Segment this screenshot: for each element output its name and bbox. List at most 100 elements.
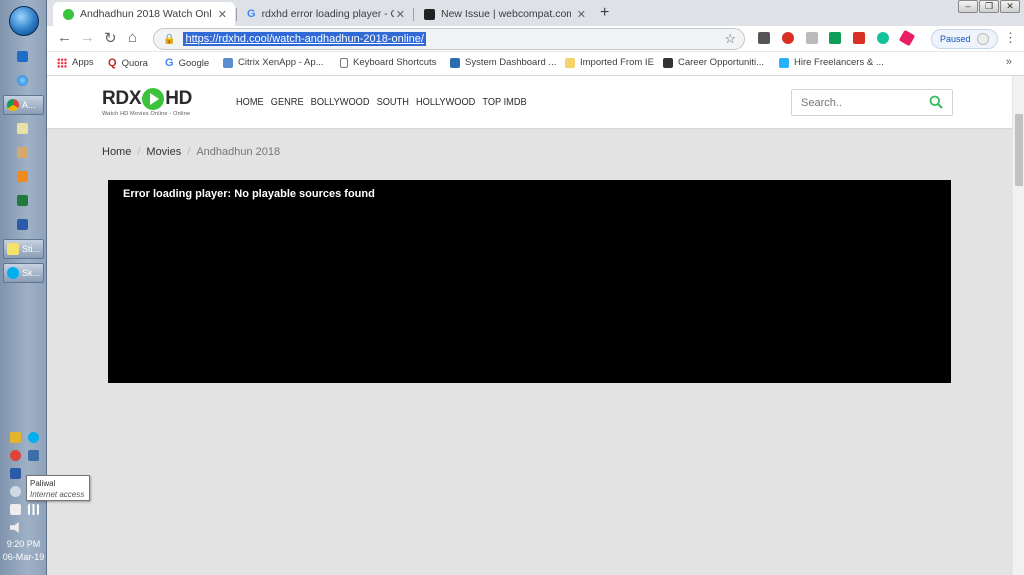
quora-icon: Q [108, 57, 117, 69]
apps-grid-icon [57, 57, 67, 68]
breadcrumb-separator: / [137, 146, 141, 158]
page-viewport: RDX HD Watch HD Movies Online - Online H… [47, 76, 1012, 575]
reload-button[interactable]: ↻ [104, 29, 117, 47]
webcompat-favicon-icon [424, 8, 435, 20]
nav-hollywood[interactable]: HOLLYWOOD [416, 96, 475, 108]
nav-south[interactable]: SOUTH [377, 96, 409, 108]
tooltip-subtitle: Internet access [30, 490, 85, 499]
search-icon[interactable] [929, 95, 943, 109]
site-logo[interactable]: RDX HD Watch HD Movies Online - Online [102, 88, 192, 117]
tab-google-search[interactable]: G rdxhd error loading player - Goo ✕ [237, 2, 413, 26]
back-button[interactable]: ← [57, 29, 72, 46]
bookmark-system-dashboard[interactable]: System Dashboard ... [450, 57, 556, 68]
taskbar-item-skype[interactable]: Sk... [3, 263, 44, 283]
sticky-notes-icon [7, 243, 19, 255]
url-text[interactable]: https://rdxhd.cool/watch-andhadhun-2018-… [183, 32, 426, 46]
tab-close-icon[interactable]: ✕ [577, 8, 586, 21]
skype-tray-icon[interactable] [28, 432, 39, 443]
volume-icon[interactable] [10, 522, 19, 533]
opera-extension-icon[interactable] [782, 32, 794, 44]
search-input[interactable] [792, 96, 922, 109]
breadcrumb-movies[interactable]: Movies [146, 146, 181, 158]
chrome-window: Andhadhun 2018 Watch Online F ✕ G rdxhd … [47, 0, 1024, 575]
tab-close-icon[interactable]: ✕ [396, 8, 405, 21]
xampp-icon[interactable] [17, 171, 28, 182]
sync-icon[interactable] [10, 486, 21, 497]
bookmark-star-icon[interactable]: ☆ [724, 31, 736, 47]
extension-icon[interactable] [758, 32, 770, 44]
network-drive-icon[interactable] [28, 450, 39, 461]
lock-icon[interactable]: 🔒 [163, 34, 175, 45]
chrome-icon [7, 99, 19, 111]
battery-icon[interactable] [10, 504, 21, 515]
chrome-tray-icon[interactable] [10, 450, 21, 461]
feather-extension-icon[interactable] [898, 29, 916, 47]
tab-andhadhun[interactable]: Andhadhun 2018 Watch Online F ✕ [53, 2, 235, 26]
bookmark-label: Quora [121, 57, 148, 69]
word-icon[interactable] [17, 219, 28, 230]
forward-button[interactable]: → [80, 29, 95, 46]
address-bar[interactable]: 🔒 https://rdxhd.cool/watch-andhadhun-201… [153, 28, 745, 50]
breadcrumb: Home / Movies / Andhadhun 2018 [102, 146, 280, 158]
tab-title: New Issue | webcompat.com [441, 8, 571, 20]
rdxhd-favicon-icon [63, 8, 74, 20]
taskbar-item-label: A... [22, 100, 36, 110]
jira-icon [450, 57, 460, 68]
notepad-icon[interactable] [17, 123, 28, 134]
bookmark-keyboard-shortcuts[interactable]: Keyboard Shortcuts [340, 57, 436, 68]
restore-button[interactable]: ❐ [979, 0, 999, 13]
nav-bollywood[interactable]: BOLLYWOOD [311, 96, 370, 108]
profile-button[interactable]: Paused [931, 29, 998, 49]
start-button[interactable] [9, 6, 39, 36]
clock-date: 06-Mar-19 [2, 552, 45, 562]
tab-close-icon[interactable]: ✕ [218, 8, 227, 21]
bookmark-label: Hire Freelancers & ... [794, 57, 884, 68]
excel-icon[interactable] [17, 195, 28, 206]
word-tray-icon[interactable] [10, 468, 21, 479]
close-window-button[interactable]: ✕ [1000, 0, 1020, 13]
nav-home[interactable]: HOME [236, 96, 264, 108]
shield-icon[interactable] [10, 432, 21, 443]
page-scrollbar[interactable] [1012, 76, 1024, 575]
clock-time: 9:20 PM [6, 539, 41, 549]
bookmark-imported-from-ie[interactable]: Imported From IE [565, 57, 654, 68]
google-icon: G [165, 57, 174, 69]
scrollbar-thumb[interactable] [1015, 114, 1023, 186]
grammarly-icon[interactable] [877, 32, 889, 44]
bookmark-apps[interactable]: Apps [57, 57, 94, 68]
video-player[interactable]: Error loading player: No playable source… [108, 180, 951, 383]
internet-explorer-icon[interactable] [17, 75, 28, 86]
home-button[interactable]: ⌂ [128, 29, 137, 46]
bookmark-google[interactable]: G Google [165, 57, 209, 69]
signal-icon[interactable] [28, 504, 39, 515]
bookmark-extension-icon[interactable] [853, 32, 865, 44]
extension-gray-icon[interactable] [806, 32, 818, 44]
menu-dots-icon[interactable]: ⋮ [1004, 30, 1017, 46]
tooltip-title: Paliwal [30, 479, 56, 488]
new-tab-button[interactable]: + [600, 4, 609, 22]
tab-webcompat[interactable]: New Issue | webcompat.com ✕ [414, 2, 594, 26]
system-clock[interactable]: 9:20 PM 06-Mar-19 [0, 538, 47, 564]
site-header: RDX HD Watch HD Movies Online - Online H… [47, 76, 1012, 129]
nav-genre[interactable]: GENRE [271, 96, 304, 108]
minimize-button[interactable]: – [958, 0, 978, 13]
player-error-message: Error loading player: No playable source… [123, 188, 375, 200]
bookmark-career-opportunities[interactable]: Career Opportuniti... [663, 57, 764, 68]
bookmark-label: System Dashboard ... [465, 57, 557, 68]
bookmark-label: Google [178, 57, 210, 69]
bookmark-citrix[interactable]: Citrix XenApp - Ap... [223, 57, 324, 68]
freelancer-icon [779, 57, 789, 68]
bookmarks-overflow-icon[interactable]: » [1006, 56, 1012, 68]
taskbar-item-chrome[interactable]: A... [3, 95, 44, 115]
bookmark-hire-freelancers[interactable]: Hire Freelancers & ... [779, 57, 884, 68]
nav-top-imdb[interactable]: TOP IMDB [482, 96, 526, 108]
bookmark-quora[interactable]: Q Quora [108, 57, 148, 69]
career-icon [663, 57, 673, 68]
paint-icon[interactable] [17, 147, 28, 158]
tab-title: rdxhd error loading player - Goo [261, 8, 394, 20]
breadcrumb-home[interactable]: Home [102, 146, 131, 158]
outlook-icon[interactable] [17, 51, 28, 62]
taskbar-item-sticky[interactable]: Sti... [3, 239, 44, 259]
new-extension-icon[interactable] [829, 32, 841, 44]
bookmark-label: Citrix XenApp - Ap... [238, 57, 324, 68]
